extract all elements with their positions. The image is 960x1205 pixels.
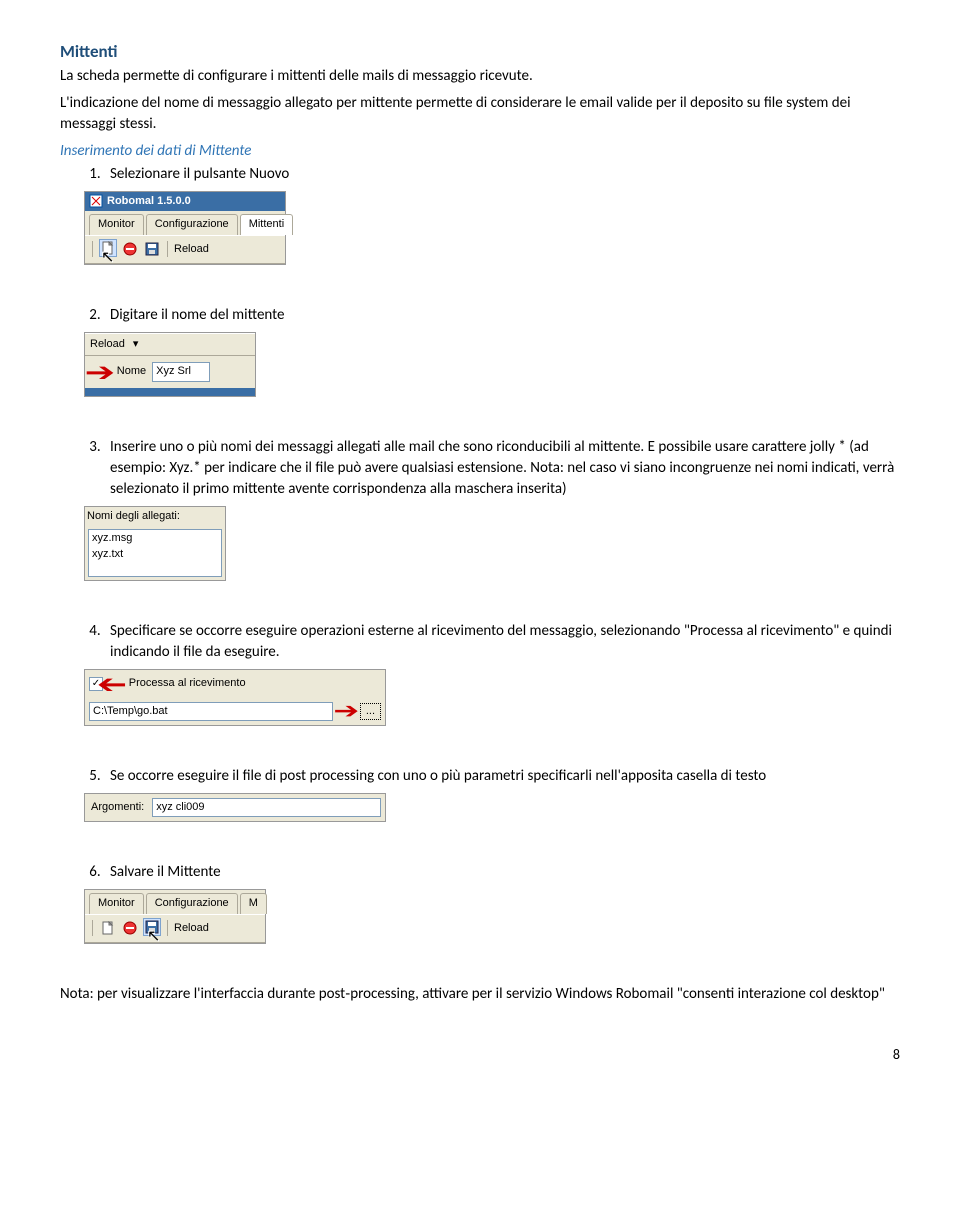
screenshot-toolbar-new: Robomal 1.5.0.0 Monitor Configurazione M… — [84, 191, 286, 265]
step-5: Se occorre eseguire il file di post proc… — [104, 766, 900, 787]
cursor-icon: ↖ — [147, 926, 160, 948]
delete-button-icon[interactable] — [121, 240, 139, 258]
toolbar-separator — [167, 920, 168, 936]
process-checkbox-label: Processa al ricevimento — [127, 674, 248, 693]
toolbar: Reload ▾ — [85, 333, 255, 356]
attachments-label: Nomi degli allegati: — [85, 507, 225, 526]
arguments-input[interactable]: xyz cli009 — [152, 798, 381, 817]
step-4: Specificare se occorre eseguire operazio… — [104, 621, 900, 663]
step-3: Inserire uno o più nomi dei messaggi all… — [104, 437, 900, 500]
tab-monitor[interactable]: Monitor — [89, 893, 144, 913]
intro-paragraph-2: L'indicazione del nome di messaggio alle… — [60, 93, 900, 135]
name-input[interactable]: Xyz Srl — [152, 362, 210, 381]
save-button-icon[interactable] — [143, 240, 161, 258]
reload-button[interactable]: Reload — [174, 921, 209, 936]
tab-configurazione[interactable]: Configurazione — [146, 893, 238, 913]
subsection-title: Inserimento dei dati di Mittente — [60, 141, 900, 162]
step-6: Salvare il Mittente — [104, 862, 900, 883]
tab-monitor[interactable]: Monitor — [89, 214, 144, 234]
reload-button[interactable]: Reload — [174, 242, 209, 257]
toolbar: ↖ Reload — [85, 914, 265, 943]
screenshot-toolbar-save: Monitor Configurazione M ↖ Reload — [84, 889, 266, 944]
page-number: 8 — [60, 1045, 900, 1065]
step-2: Digitare il nome del mittente — [104, 305, 900, 326]
reload-button[interactable]: Reload — [90, 337, 125, 352]
window-titlebar: Robomal 1.5.0.0 — [85, 192, 285, 211]
toolbar: ↖ Reload — [85, 235, 285, 264]
app-icon — [89, 194, 103, 208]
footer-note: Nota: per visualizzare l'interfaccia dur… — [60, 984, 900, 1005]
attachment-item: xyz.txt — [92, 547, 218, 562]
screenshot-name-field: Reload ▾ ➔ Nome Xyz Srl — [84, 332, 256, 397]
step-1: Selezionare il pulsante Nuovo — [104, 164, 900, 185]
app-title: Robomal 1.5.0.0 — [107, 194, 191, 209]
name-field-label: Nome — [115, 362, 148, 381]
attachment-item: xyz.msg — [92, 531, 218, 546]
screenshot-process-on-receive: ✓ ➔ Processa al ricevimento C:\Temp\go.b… — [84, 669, 386, 726]
new-button-icon[interactable] — [99, 919, 117, 937]
browse-button[interactable]: ... — [360, 703, 381, 720]
cursor-icon: ↖ — [101, 247, 114, 269]
toolbar-separator — [92, 920, 93, 936]
section-title: Mittenti — [60, 40, 900, 64]
tab-bar: Monitor Configurazione Mittenti — [85, 211, 285, 234]
screenshot-attachments: Nomi degli allegati: xyz.msg xyz.txt — [84, 506, 226, 581]
executable-path-input[interactable]: C:\Temp\go.bat — [89, 702, 333, 721]
delete-button-icon[interactable] — [121, 919, 139, 937]
tab-configurazione[interactable]: Configurazione — [146, 214, 238, 234]
toolbar-separator — [167, 241, 168, 257]
attachments-list[interactable]: xyz.msg xyz.txt — [88, 529, 222, 577]
screenshot-arguments: Argomenti: xyz cli009 — [84, 793, 386, 822]
tab-bar: Monitor Configurazione M — [85, 890, 265, 913]
intro-paragraph-1: La scheda permette di configurare i mitt… — [60, 66, 900, 87]
toolbar-separator — [92, 241, 93, 257]
dropdown-icon[interactable]: ▾ — [133, 337, 139, 352]
tab-mittenti[interactable]: Mittenti — [240, 214, 293, 234]
tab-m[interactable]: M — [240, 893, 267, 913]
arguments-label: Argomenti: — [89, 798, 146, 817]
